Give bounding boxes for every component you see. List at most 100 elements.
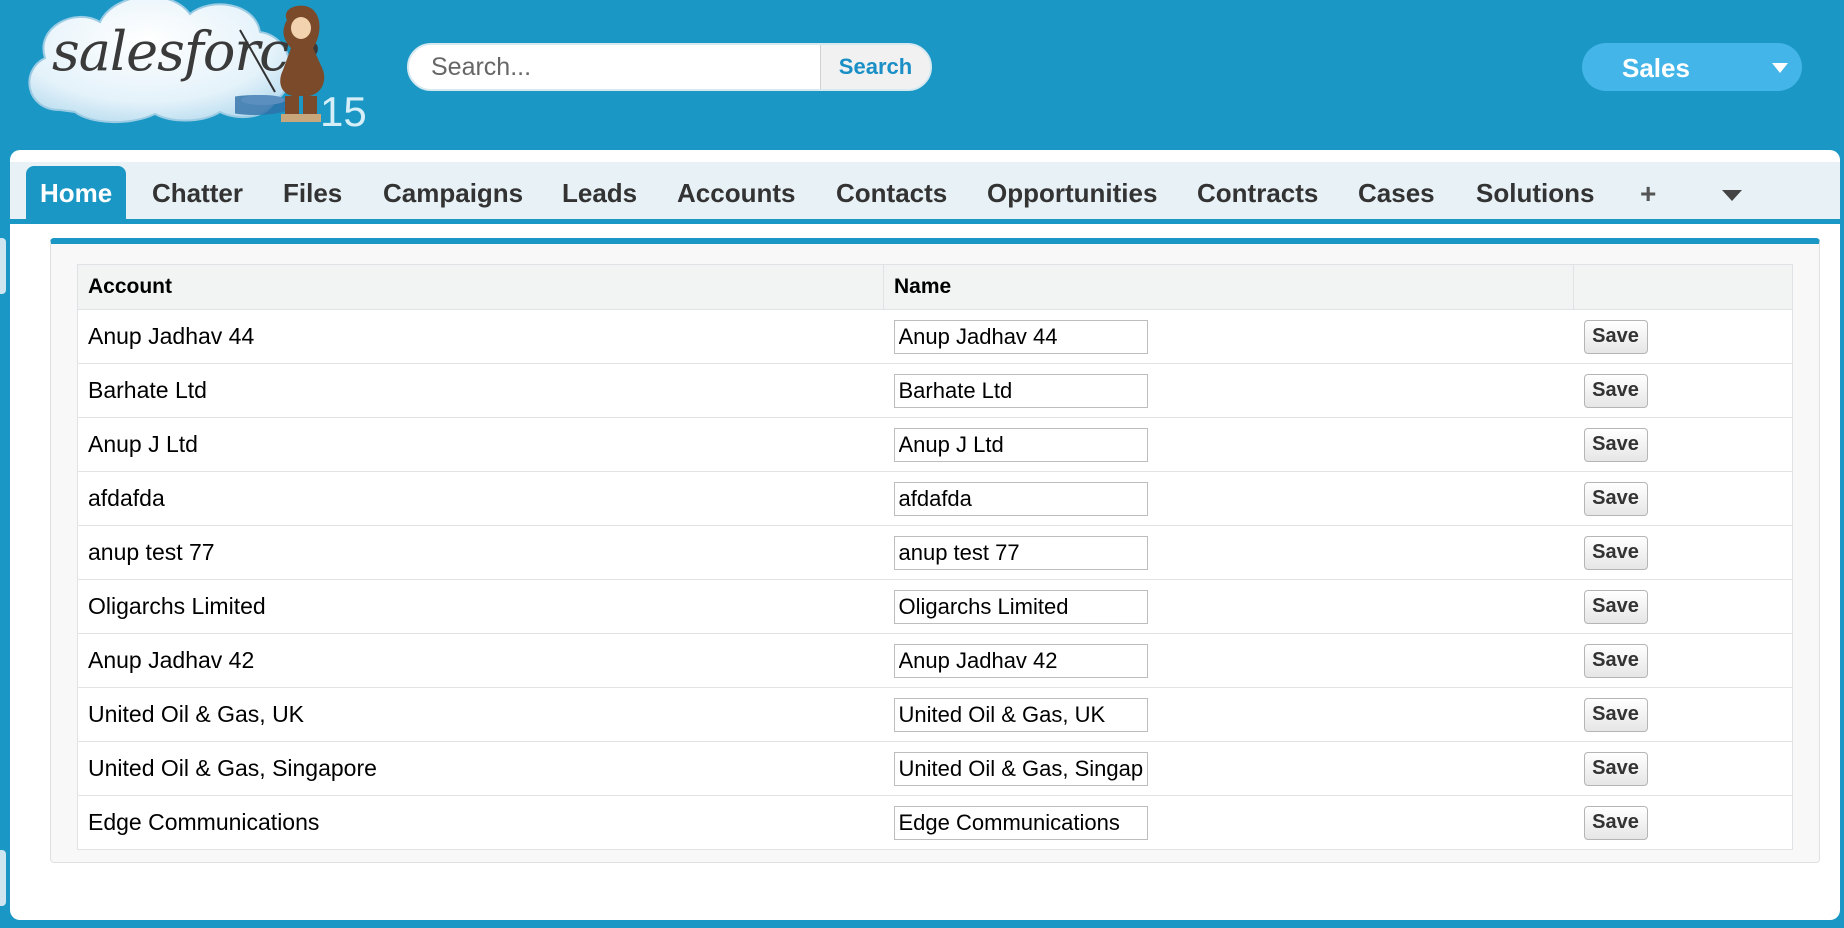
account-cell: Anup Jadhav 42 [77, 633, 884, 688]
column-header-name: Name [883, 264, 1574, 310]
name-field[interactable] [893, 535, 1148, 570]
search-bar: Search [407, 43, 932, 91]
chevron-down-icon [1772, 63, 1788, 73]
app-switcher-label: Sales [1622, 53, 1690, 83]
save-button[interactable]: Save [1583, 481, 1648, 516]
accounts-table: Account Name Anup Jadhav 44 Save Barhate… [77, 264, 1793, 850]
save-button[interactable]: Save [1583, 319, 1648, 354]
table-row: Barhate Ltd Save [77, 363, 1793, 418]
table-row: Anup Jadhav 42 Save [77, 633, 1793, 688]
tab-cases[interactable]: Cases [1358, 166, 1435, 220]
name-cell [883, 579, 1574, 634]
more-tabs-icon[interactable] [1722, 190, 1742, 201]
account-name: Edge Communications [88, 809, 320, 835]
tab-home[interactable]: Home [26, 166, 127, 220]
account-cell: Edge Communications [77, 795, 884, 850]
save-button[interactable]: Save [1583, 589, 1648, 624]
account-name: anup test 77 [88, 539, 215, 565]
tab-opportunities[interactable]: Opportunities [987, 166, 1157, 220]
name-cell [883, 525, 1574, 580]
action-cell: Save [1573, 579, 1793, 634]
name-field[interactable] [893, 481, 1148, 516]
account-name: United Oil & Gas, UK [88, 701, 305, 727]
account-cell: Oligarchs Limited [77, 579, 884, 634]
save-button[interactable]: Save [1583, 535, 1648, 570]
name-cell [883, 795, 1574, 850]
save-button[interactable]: Save [1583, 697, 1648, 732]
save-button[interactable]: Save [1583, 751, 1648, 786]
name-field[interactable] [893, 427, 1148, 462]
action-cell: Save [1573, 363, 1793, 418]
action-cell: Save [1573, 309, 1793, 364]
add-tab-icon[interactable]: + [1640, 178, 1656, 210]
account-cell: United Oil & Gas, UK [77, 687, 884, 742]
save-button[interactable]: Save [1583, 805, 1648, 840]
name-field[interactable] [893, 319, 1148, 354]
account-cell: afdafda [77, 471, 884, 526]
account-cell: United Oil & Gas, Singapore [77, 741, 884, 796]
action-cell: Save [1573, 687, 1793, 742]
app-switcher[interactable]: Sales [1582, 43, 1802, 91]
account-cell: anup test 77 [77, 525, 884, 580]
name-field[interactable] [893, 373, 1148, 408]
name-cell [883, 687, 1574, 742]
side-handle[interactable] [0, 238, 6, 294]
table-row: Anup Jadhav 44 Save [77, 309, 1793, 364]
account-name: Oligarchs Limited [88, 593, 266, 619]
account-name: Barhate Ltd [88, 377, 207, 403]
table-row: United Oil & Gas, UK Save [77, 687, 1793, 742]
tab-bar: Home Chatter Files Campaigns Leads Accou… [10, 162, 1840, 224]
column-header-action [1573, 264, 1793, 310]
action-cell: Save [1573, 633, 1793, 688]
search-input[interactable] [409, 45, 809, 89]
name-cell [883, 309, 1574, 364]
account-name: afdafda [88, 485, 165, 511]
name-cell [883, 471, 1574, 526]
save-button[interactable]: Save [1583, 427, 1648, 462]
action-cell: Save [1573, 471, 1793, 526]
tab-contacts[interactable]: Contacts [836, 166, 947, 220]
table-header-row: Account Name [77, 264, 1793, 310]
name-field[interactable] [893, 697, 1148, 732]
tab-chatter[interactable]: Chatter [152, 166, 243, 220]
name-cell [883, 633, 1574, 688]
header: salesforce 15 Search Sales [10, 0, 1840, 137]
account-name: United Oil & Gas, Singapore [88, 755, 377, 781]
table-row: Edge Communications Save [77, 795, 1793, 850]
accounts-block: Account Name Anup Jadhav 44 Save Barhate… [50, 238, 1820, 863]
action-cell: Save [1573, 741, 1793, 796]
tab-contracts[interactable]: Contracts [1197, 166, 1318, 220]
save-button[interactable]: Save [1583, 643, 1648, 678]
account-name: Anup Jadhav 44 [88, 323, 255, 349]
name-field[interactable] [893, 805, 1148, 840]
name-cell [883, 363, 1574, 418]
tab-files[interactable]: Files [283, 166, 342, 220]
action-cell: Save [1573, 525, 1793, 580]
salesforce-logo[interactable]: salesforce 15 [20, 0, 370, 135]
account-cell: Barhate Ltd [77, 363, 884, 418]
name-field[interactable] [893, 643, 1148, 678]
action-cell: Save [1573, 795, 1793, 850]
search-button[interactable]: Search [820, 45, 930, 89]
tab-campaigns[interactable]: Campaigns [383, 166, 523, 220]
account-cell: Anup Jadhav 44 [77, 309, 884, 364]
name-field[interactable] [893, 751, 1148, 786]
table-row: afdafda Save [77, 471, 1793, 526]
action-cell: Save [1573, 417, 1793, 472]
table-row: United Oil & Gas, Singapore Save [77, 741, 1793, 796]
account-name: Anup J Ltd [88, 431, 198, 457]
tab-accounts[interactable]: Accounts [677, 166, 795, 220]
name-cell [883, 417, 1574, 472]
table-row: anup test 77 Save [77, 525, 1793, 580]
tab-solutions[interactable]: Solutions [1476, 166, 1594, 220]
account-name: Anup Jadhav 42 [88, 647, 255, 673]
name-field[interactable] [893, 589, 1148, 624]
edition-number: 15 [320, 88, 367, 135]
table-row: Oligarchs Limited Save [77, 579, 1793, 634]
save-button[interactable]: Save [1583, 373, 1648, 408]
account-cell: Anup J Ltd [77, 417, 884, 472]
main-panel: Home Chatter Files Campaigns Leads Accou… [10, 150, 1840, 920]
tab-leads[interactable]: Leads [562, 166, 637, 220]
side-handle[interactable] [0, 850, 6, 906]
name-cell [883, 741, 1574, 796]
